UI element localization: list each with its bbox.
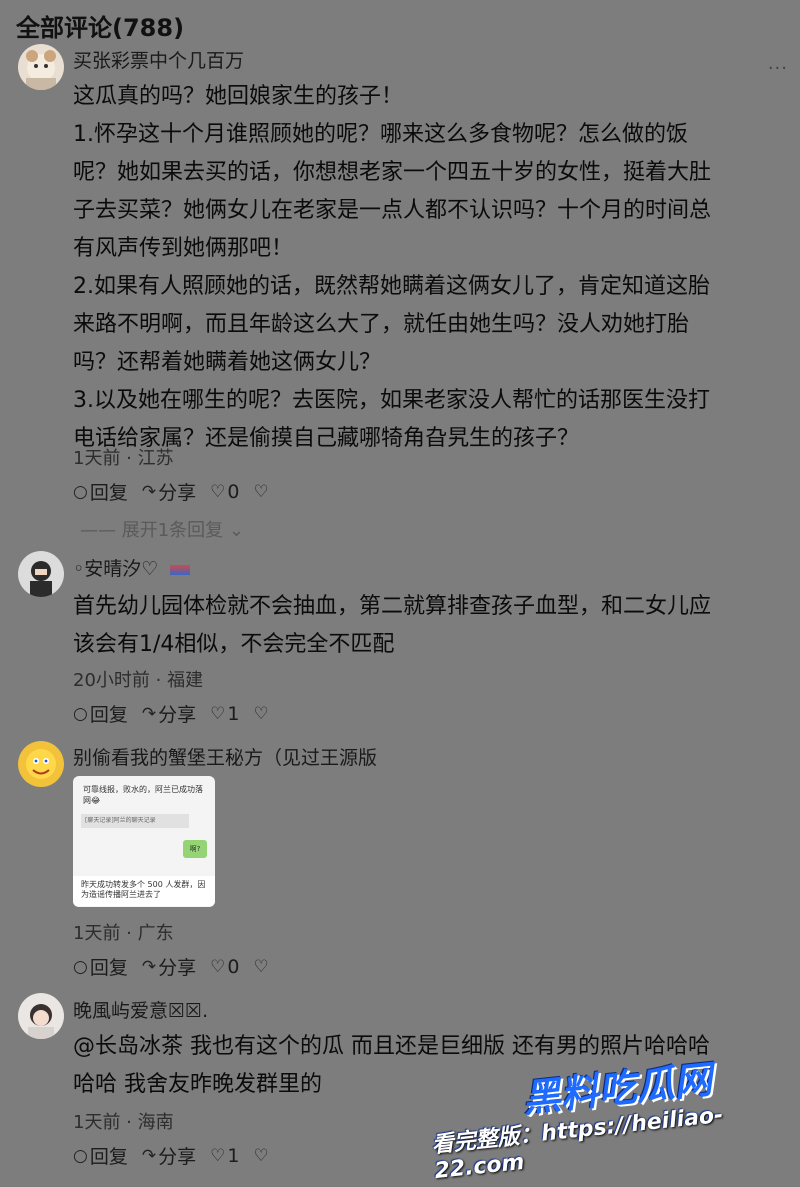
chat-bubble-icon: ○ (73, 1145, 88, 1166)
comment-meta: 1天前 · 广东 (73, 923, 174, 944)
like-count: 0 (227, 955, 240, 978)
reply-button[interactable]: ○ 回复 (73, 1142, 128, 1169)
reply-label: 回复 (89, 482, 128, 504)
comment-meta: 1天前 · 江苏 (73, 448, 174, 469)
heart-icon: ♡ (210, 481, 226, 502)
heart-icon: ♡ (210, 703, 226, 724)
comment-meta: 1天前 · 海南 (73, 1112, 174, 1133)
reply-button[interactable]: ○ 回复 (73, 700, 128, 727)
comment-line: 1.怀孕这十个月谁照顾她的呢？哪来这么多食物呢？怎么做的饭 (73, 122, 688, 147)
share-label: 分享 (158, 482, 197, 504)
share-button[interactable]: ↷ 分享 (142, 1142, 196, 1169)
comment-line: 来路不明啊，而且年龄这么大了，就任由她生吗？没人劝她打胎 (73, 312, 690, 337)
share-arrow-icon: ↷ (141, 481, 157, 502)
expand-replies-button[interactable]: —— 展开1条回复 ⌄ (80, 516, 244, 542)
comment-line: 2.如果有人照顾她的话，既然帮她瞒着这俩女儿了，肯定知道这胎 (73, 274, 710, 299)
heart-icon: ♡ (210, 956, 226, 977)
share-arrow-icon: ↷ (141, 956, 157, 977)
dislike-button[interactable]: ♡ (253, 482, 268, 502)
broken-heart-icon: ♡ (253, 703, 269, 724)
like-button[interactable]: ♡ 1 (210, 1145, 239, 1167)
heart-icon: ♡ (210, 1145, 226, 1166)
like-count: 0 (227, 480, 240, 503)
chevron-down-icon: ⌄ (228, 520, 245, 541)
comment-line: 子去买菜？她俩女儿在老家是一点人都不认识吗？十个月的时间总 (73, 198, 712, 223)
username: 安晴汐 (84, 558, 142, 580)
broken-heart-icon: ♡ (253, 1145, 269, 1166)
share-label: 分享 (158, 957, 197, 979)
dislike-button[interactable]: ♡ (253, 957, 268, 977)
chat-bubble-icon: ○ (73, 956, 88, 977)
like-button[interactable]: ♡ 0 (210, 481, 239, 503)
comment-line: 电话给家属？还是偷摸自己藏哪犄角旮旯生的孩子？ (73, 426, 580, 451)
share-label: 分享 (158, 704, 197, 726)
reply-label: 回复 (89, 704, 128, 726)
like-count: 1 (227, 1144, 240, 1167)
broken-heart-icon: ♡ (253, 956, 269, 977)
share-button[interactable]: ↷ 分享 (142, 953, 196, 980)
reply-label: 回复 (89, 1146, 128, 1168)
comment-line: 3.以及她在哪生的呢？去医院，如果老家没人帮忙的话那医生没打 (73, 388, 710, 413)
avatar[interactable] (18, 741, 64, 787)
comment-line: 该会有1/4相似，不会完全不匹配 (73, 632, 395, 657)
comment-actions: ○ 回复 ↷ 分享 ♡ 1 ♡ (73, 700, 269, 727)
reply-button[interactable]: ○ 回复 (73, 478, 128, 505)
comment-meta: 20小时前 · 福建 (73, 670, 204, 691)
comment-line: 有风声传到她俩那吧！ (73, 236, 294, 261)
like-button[interactable]: ♡ 1 (210, 703, 239, 725)
chat-bubble-icon: ○ (73, 481, 88, 502)
username[interactable]: 买张彩票中个几百万 (73, 46, 244, 73)
image-text: [聊天记录]阿兰的聊天记录 (81, 814, 189, 828)
share-arrow-icon: ↷ (141, 703, 157, 724)
username-row[interactable]: ◦安晴汐♡ (73, 554, 191, 581)
share-label: 分享 (158, 1146, 197, 1168)
username[interactable]: 晚風屿爱意☒☒. (73, 996, 208, 1023)
reply-button[interactable]: ○ 回复 (73, 953, 128, 980)
more-dots-icon[interactable]: ··· (768, 58, 788, 79)
heart-outline-icon: ♡ (141, 558, 159, 580)
like-count: 1 (227, 702, 240, 725)
moon-icon: ◦ (73, 558, 85, 580)
share-button[interactable]: ↷ 分享 (142, 700, 196, 727)
comment-body: 首先幼儿园体检就不会抽血，第二就算排查孩子血型，和二女儿应 该会有1/4相似，不… (73, 588, 793, 664)
share-button[interactable]: ↷ 分享 (142, 478, 196, 505)
comment-actions: ○ 回复 ↷ 分享 ♡ 1 ♡ (73, 1142, 269, 1169)
username[interactable]: 别偷看我的蟹堡王秘方（见过王源版 (73, 743, 377, 770)
expand-label: 展开1条回复 (121, 520, 224, 541)
avatar[interactable] (18, 551, 64, 597)
avatar[interactable] (18, 993, 64, 1039)
comment-actions: ○ 回复 ↷ 分享 ♡ 0 ♡ (73, 953, 269, 980)
comment-line: 首先幼儿园体检就不会抽血，第二就算排查孩子血型，和二女儿应 (73, 594, 712, 619)
comment-image[interactable]: 可靠线报，败水的，阿兰已成功落网😂 [聊天记录]阿兰的聊天记录 啊? 昨天成功转… (73, 776, 215, 907)
chat-bubble-icon: ○ (73, 703, 88, 724)
avatar[interactable] (18, 44, 64, 90)
image-text: 可靠线报，败水的，阿兰已成功落网😂 (83, 785, 203, 805)
image-text: 昨天成功转发多个 500 人发群，因为造谣传播阿兰进去了 (73, 876, 215, 906)
comment-line: 吗？还帮着她瞒着她这俩女儿？ (73, 350, 382, 375)
dislike-button[interactable]: ♡ (253, 1146, 268, 1166)
comments-header: 全部评论(788) (16, 14, 185, 42)
image-text: 啊? (183, 840, 207, 858)
like-button[interactable]: ♡ 0 (210, 956, 239, 978)
share-arrow-icon: ↷ (141, 1145, 157, 1166)
broken-heart-icon: ♡ (253, 481, 269, 502)
badge-icon (170, 564, 191, 575)
reply-label: 回复 (89, 957, 128, 979)
comment-body: 这瓜真的吗？她回娘家生的孩子！ 1.怀孕这十个月谁照顾她的呢？哪来这么多食物呢？… (73, 78, 793, 458)
comment-actions: ○ 回复 ↷ 分享 ♡ 0 ♡ (73, 478, 269, 505)
comment-line: 这瓜真的吗？她回娘家生的孩子！ (73, 84, 404, 109)
dislike-button[interactable]: ♡ (253, 704, 268, 724)
comment-line: 呢？她如果去买的话，你想想老家一个四五十岁的女性，挺着大肚 (73, 160, 712, 185)
